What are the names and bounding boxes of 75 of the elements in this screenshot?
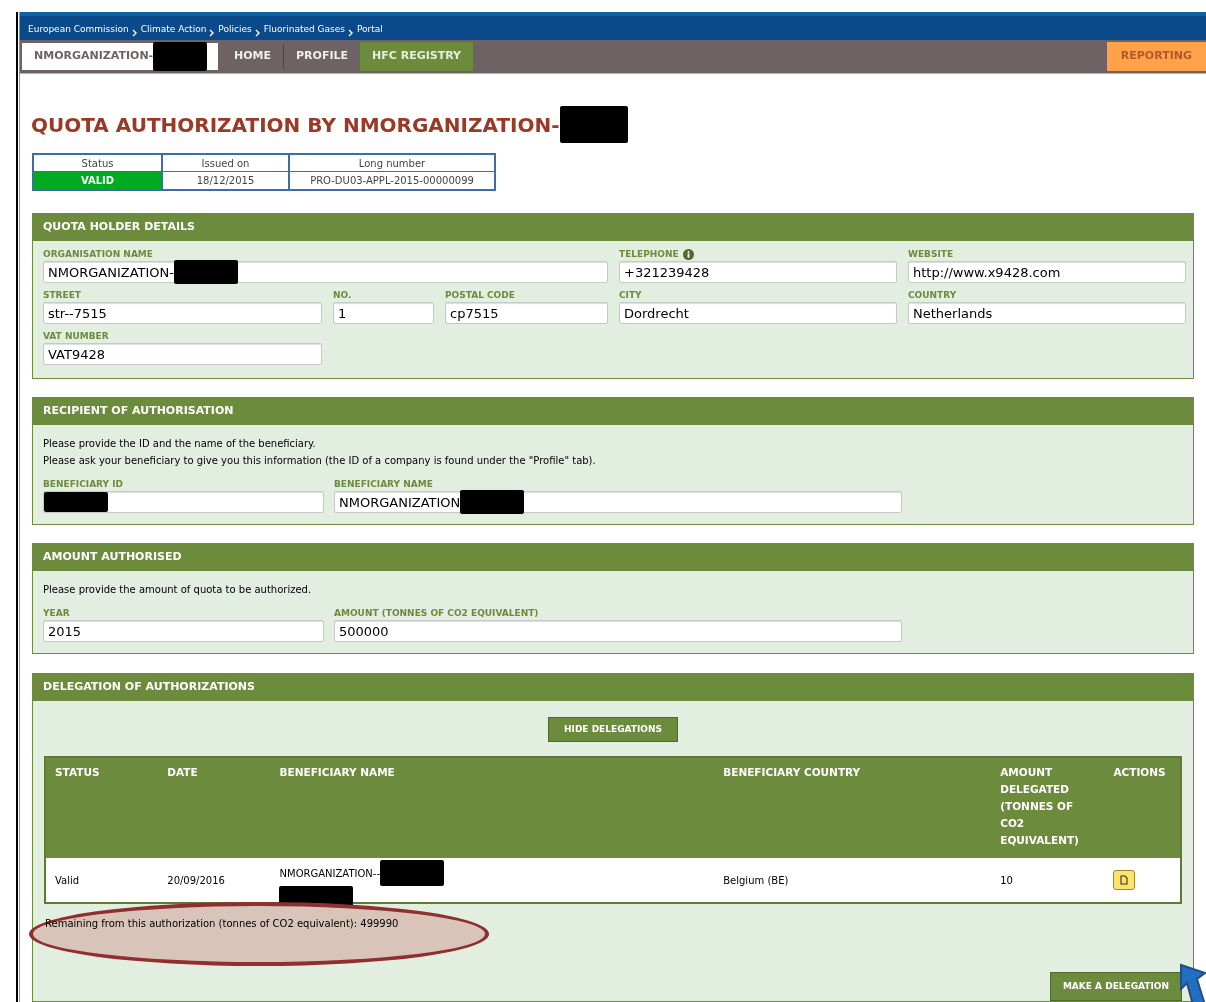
- field-label: TELEPHONE: [619, 249, 679, 259]
- info-icon: [682, 248, 694, 260]
- column-header: BENEFICIARY NAME: [279, 765, 396, 780]
- summary-header: Issued on: [163, 155, 288, 172]
- breadcrumb-link[interactable]: Fluorinated Gases: [263, 23, 345, 37]
- field-label: ORGANISATION NAME: [43, 249, 153, 259]
- input-field[interactable]: 500000: [334, 620, 902, 642]
- nav-tab[interactable]: HOME: [222, 41, 284, 71]
- input-field[interactable]: NMORGANIZATION: [334, 491, 902, 513]
- status-badge: VALID: [34, 172, 161, 189]
- chevron-icon: [209, 28, 216, 37]
- field-label: CITY: [619, 290, 642, 300]
- instruction-text: Please provide the ID and the name of the beneficiary.: [43, 437, 317, 451]
- chevron-icon: [131, 28, 138, 37]
- remaining-text: Remaining from this authorization (tonnes of CO2 equivalent): 499990: [45, 917, 399, 931]
- breadcrumb-link[interactable]: European Commission: [28, 23, 129, 37]
- instruction-text: Please ask your beneficiary to give you this information (the ID of a company is found under the "Profile" tab).: [43, 454, 597, 468]
- field-label: VAT NUMBER: [43, 331, 109, 341]
- table-cell: 20/09/2016: [167, 874, 225, 886]
- pointer-arrow-icon: [1179, 963, 1206, 1002]
- document-button[interactable]: [1113, 870, 1136, 890]
- field-label: COUNTRY: [908, 290, 957, 300]
- breadcrumb-link[interactable]: Portal: [357, 23, 383, 37]
- nav-tab[interactable]: PROFILE: [284, 41, 361, 71]
- redaction-block: [153, 41, 208, 71]
- instruction-text: Please provide the amount of quota to be authorized.: [43, 583, 313, 597]
- breadcrumb-link[interactable]: Policies: [218, 23, 252, 37]
- field-label: NO.: [333, 290, 352, 300]
- document-icon: [1120, 875, 1129, 885]
- section-header: AMOUNT AUTHORISED: [33, 544, 1193, 571]
- column-header: BENEFICIARY COUNTRY: [723, 765, 862, 780]
- make-delegation-button[interactable]: MAKE A DELEGATION: [1049, 972, 1182, 1001]
- column-header: STATUS: [55, 765, 101, 780]
- section-header: RECIPIENT OF AUTHORISATION: [33, 398, 1193, 425]
- column-header: ACTIONS: [1113, 765, 1167, 780]
- input-field[interactable]: +321239428: [619, 261, 897, 283]
- input-field[interactable]: http://www.x9428.com: [908, 261, 1186, 283]
- page-title: QUOTA AUTHORIZATION BY NMORGANIZATION-: [31, 111, 560, 139]
- field-label: AMOUNT (TONNES OF CO2 EQUIVALENT): [334, 608, 539, 618]
- hide-delegations-button[interactable]: HIDE DELEGATIONS: [548, 717, 678, 742]
- field-label: POSTAL CODE: [445, 290, 515, 300]
- field-label: YEAR: [43, 608, 70, 618]
- redaction-block: [44, 492, 108, 512]
- field-label: BENEFICIARY ID: [43, 479, 123, 489]
- input-field[interactable]: Netherlands: [908, 302, 1186, 324]
- input-field[interactable]: str--7515: [43, 302, 322, 324]
- table-cell: 10: [1000, 874, 1013, 886]
- input-field[interactable]: cp7515: [445, 302, 608, 324]
- field-label: WEBSITE: [908, 249, 954, 259]
- organisation-name: NMORGANIZATION-: [22, 42, 218, 70]
- table-cell-text: NMORGANIZATION--: [279, 866, 381, 881]
- column-header: DATE: [167, 765, 199, 780]
- breadcrumb-link[interactable]: Climate Action: [140, 23, 207, 37]
- summary-value: PRO-DU03-APPL-2015-00000099: [309, 174, 475, 188]
- field-label: BENEFICIARY NAME: [334, 479, 433, 489]
- column-header: AMOUNT DELEGATED (TONNES OF CO2 EQUIVALENT): [1000, 765, 1080, 848]
- summary-header: Long number: [290, 155, 494, 172]
- input-field[interactable]: NMORGANIZATION-: [43, 261, 608, 283]
- chevron-icon: [348, 28, 354, 37]
- table-cell: Valid: [55, 874, 80, 886]
- redaction-block: [460, 490, 525, 514]
- input-field[interactable]: 1: [333, 302, 434, 324]
- table-cell: Belgium (BE): [723, 874, 789, 886]
- summary-value: 18/12/2015: [195, 174, 256, 188]
- section-header: QUOTA HOLDER DETAILS: [33, 214, 1193, 241]
- redaction-block: [380, 860, 445, 886]
- section-header: DELEGATION OF AUTHORIZATIONS: [33, 674, 1193, 701]
- redaction-block: [173, 260, 238, 284]
- input-field[interactable]: Dordrecht: [619, 302, 897, 324]
- redaction-block: [559, 106, 628, 143]
- input-field[interactable]: 2015: [43, 620, 324, 642]
- field-label: STREET: [43, 290, 81, 300]
- input-field[interactable]: [43, 491, 324, 513]
- chevron-icon: [254, 28, 261, 37]
- input-field[interactable]: VAT9428: [43, 343, 322, 365]
